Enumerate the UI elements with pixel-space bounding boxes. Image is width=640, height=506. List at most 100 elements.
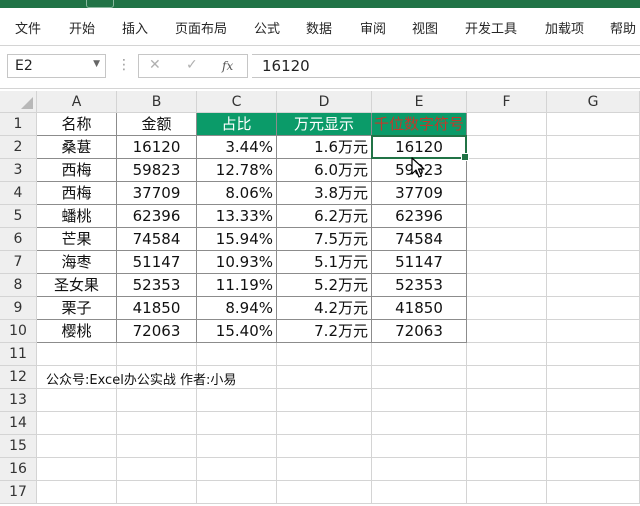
cell[interactable]: [117, 389, 197, 412]
table-cell[interactable]: 74584: [372, 228, 467, 251]
column-header[interactable]: D: [277, 91, 372, 113]
cell[interactable]: [37, 389, 117, 412]
cell[interactable]: [197, 435, 277, 458]
cell[interactable]: [277, 481, 372, 504]
cell[interactable]: [467, 274, 547, 297]
cancel-icon[interactable]: ✕: [149, 57, 161, 73]
cell[interactable]: [467, 366, 547, 389]
table-cell[interactable]: 栗子: [37, 297, 117, 320]
tab-developer[interactable]: 开发工具: [465, 18, 517, 37]
cell[interactable]: [467, 182, 547, 205]
cell[interactable]: [547, 228, 640, 251]
row-header[interactable]: 7: [0, 251, 37, 274]
tab-add-ins[interactable]: 加载项: [545, 18, 584, 37]
cell[interactable]: [372, 481, 467, 504]
cell[interactable]: [547, 343, 640, 366]
row-header[interactable]: 15: [0, 435, 37, 458]
cell[interactable]: [547, 159, 640, 182]
cell[interactable]: [117, 435, 197, 458]
chevron-down-icon[interactable]: ▼: [93, 59, 100, 69]
row-header[interactable]: 1: [0, 113, 37, 136]
table-cell[interactable]: 5.2万元: [277, 274, 372, 297]
cell[interactable]: [467, 389, 547, 412]
row-header[interactable]: 9: [0, 297, 37, 320]
tab-insert[interactable]: 插入: [122, 18, 148, 37]
table-cell[interactable]: 52353: [117, 274, 197, 297]
table-cell[interactable]: 圣女果: [37, 274, 117, 297]
row-header[interactable]: 3: [0, 159, 37, 182]
quick-access-toolbar[interactable]: [86, 0, 114, 8]
table-cell[interactable]: 12.78%: [197, 159, 277, 182]
table-cell[interactable]: 41850: [372, 297, 467, 320]
table-cell[interactable]: 13.33%: [197, 205, 277, 228]
table-cell[interactable]: 6.2万元: [277, 205, 372, 228]
cell[interactable]: [547, 458, 640, 481]
cell[interactable]: [197, 412, 277, 435]
cell[interactable]: [547, 274, 640, 297]
cell[interactable]: [547, 205, 640, 228]
row-header[interactable]: 8: [0, 274, 37, 297]
row-header[interactable]: 12: [0, 366, 37, 389]
insert-function-icon[interactable]: fx: [222, 59, 233, 73]
cell[interactable]: [547, 297, 640, 320]
cell[interactable]: [197, 481, 277, 504]
cell[interactable]: [372, 412, 467, 435]
row-header[interactable]: 13: [0, 389, 37, 412]
cell[interactable]: [547, 182, 640, 205]
cell[interactable]: [37, 458, 117, 481]
table-cell[interactable]: 16120: [117, 136, 197, 159]
table-cell[interactable]: 7.5万元: [277, 228, 372, 251]
cell[interactable]: [37, 481, 117, 504]
table-cell[interactable]: 37709: [372, 182, 467, 205]
cell[interactable]: [277, 343, 372, 366]
column-header[interactable]: B: [117, 91, 197, 113]
cell[interactable]: [467, 458, 547, 481]
cell[interactable]: [547, 412, 640, 435]
select-all-corner[interactable]: [0, 91, 37, 113]
cell[interactable]: [547, 113, 640, 136]
formula-input[interactable]: 16120: [252, 54, 640, 78]
tab-view[interactable]: 视图: [412, 18, 438, 37]
cell[interactable]: [37, 435, 117, 458]
cell[interactable]: [37, 343, 117, 366]
cell[interactable]: [467, 113, 547, 136]
table-cell[interactable]: 西梅: [37, 182, 117, 205]
table-cell[interactable]: 59823: [117, 159, 197, 182]
row-header[interactable]: 6: [0, 228, 37, 251]
column-header[interactable]: G: [547, 91, 640, 113]
cell[interactable]: [467, 205, 547, 228]
tab-review[interactable]: 审阅: [360, 18, 386, 37]
tab-file[interactable]: 文件: [15, 18, 41, 37]
table-header-cell[interactable]: 名称: [37, 113, 117, 136]
row-header[interactable]: 2: [0, 136, 37, 159]
cell[interactable]: [547, 136, 640, 159]
table-cell[interactable]: 15.94%: [197, 228, 277, 251]
cell[interactable]: [372, 435, 467, 458]
row-header[interactable]: 14: [0, 412, 37, 435]
cell[interactable]: [372, 343, 467, 366]
table-cell[interactable]: 11.19%: [197, 274, 277, 297]
table-header-cell[interactable]: 万元显示: [277, 113, 372, 136]
fill-handle[interactable]: [461, 153, 469, 161]
table-header-cell[interactable]: 占比: [197, 113, 277, 136]
cell[interactable]: [467, 251, 547, 274]
row-header[interactable]: 11: [0, 343, 37, 366]
cell[interactable]: [467, 481, 547, 504]
active-cell-selection[interactable]: [371, 135, 469, 161]
row-header[interactable]: 17: [0, 481, 37, 504]
tab-page-layout[interactable]: 页面布局: [175, 18, 227, 37]
cell[interactable]: [547, 251, 640, 274]
cell[interactable]: [197, 458, 277, 481]
table-cell[interactable]: 8.06%: [197, 182, 277, 205]
table-cell[interactable]: 蟠桃: [37, 205, 117, 228]
table-cell[interactable]: 15.40%: [197, 320, 277, 343]
table-cell[interactable]: 樱桃: [37, 320, 117, 343]
table-cell[interactable]: 72063: [372, 320, 467, 343]
cell[interactable]: [117, 412, 197, 435]
cell[interactable]: [372, 389, 467, 412]
table-cell[interactable]: 3.8万元: [277, 182, 372, 205]
table-cell[interactable]: 8.94%: [197, 297, 277, 320]
tab-formulas[interactable]: 公式: [254, 18, 280, 37]
column-header[interactable]: F: [467, 91, 547, 113]
cell[interactable]: [467, 136, 547, 159]
